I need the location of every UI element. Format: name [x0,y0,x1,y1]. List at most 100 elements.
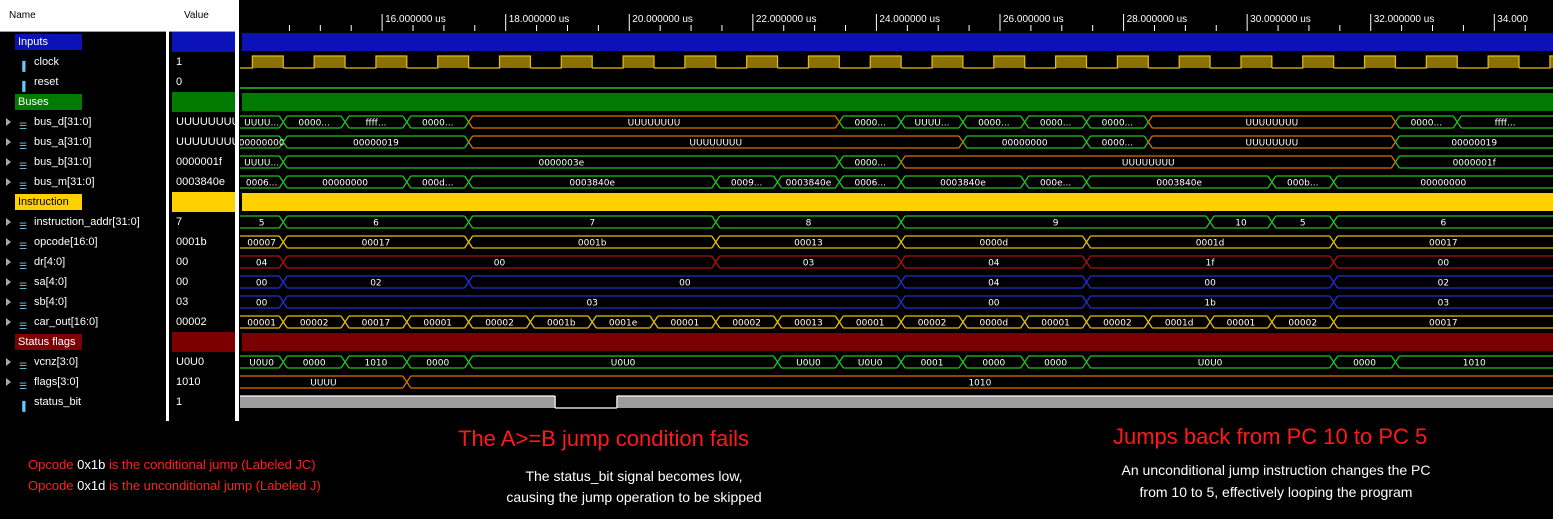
clock-high-pulse [746,56,778,68]
signal-row-car_out[interactable]: ☰ car_out[16:0] [0,312,166,332]
clock-high-pulse [1055,56,1087,68]
signal-row-flags[interactable]: ☰ flags[3:0] [0,372,166,392]
clock-high-pulse [1302,56,1334,68]
expand-arrow-icon[interactable] [6,218,11,226]
bus-value-label: 0000 [1353,359,1376,369]
signal-row-sb[interactable]: ☰ sb[4:0] [0,292,166,312]
expand-arrow-icon[interactable] [6,118,11,126]
bus-value-label: 0000... [978,119,1010,129]
signal-row-bus_b[interactable]: ☰ bus_b[31:0] [0,152,166,172]
bus-value-label: 0000... [1411,119,1443,129]
waveform-separator[interactable] [235,0,239,421]
group-label: Buses [15,94,82,110]
bus-value-label: 0000d [980,239,1009,249]
signal-row-sa[interactable]: ☰ sa[4:0] [0,272,166,292]
expand-arrow-icon[interactable] [6,238,11,246]
bus-value-label: 8 [806,219,812,229]
signal-value: U0U0 [176,356,205,368]
name-column-header[interactable]: Name [0,0,166,32]
bus-value-label: 00001 [423,319,452,329]
status-bit-high [240,396,556,408]
bus-value-label: U0U0 [796,359,821,369]
bus-value-label: 0000001f [1453,159,1497,169]
expand-arrow-icon[interactable] [6,138,11,146]
bus-value-label: 00002 [300,319,329,329]
waveform-view[interactable]: 16.000000 us 18.000000 us 20.000000 us 22.0… [240,0,1553,421]
expand-arrow-icon[interactable] [6,258,11,266]
signal-row-buses[interactable]: Buses [0,92,166,112]
clock-high-pulse [375,56,407,68]
bus-value-label: UUUUUUUU [1246,139,1299,149]
signal-name: car_out[16:0] [34,316,99,328]
bus-value-label: 000d... [422,179,453,189]
bus-value-label: 00002 [485,319,514,329]
expand-arrow-icon[interactable] [6,158,11,166]
bus-value-label: 00001 [671,319,700,329]
value-cell-opcode: 0001b [169,232,235,252]
bus-value-label: 0000... [1040,119,1072,129]
bus-value-label: UUUU... [244,159,279,169]
signal-row-opcode[interactable]: ☰ opcode[16:0] [0,232,166,252]
bus-value-label: U0U0 [858,359,883,369]
signal-value: 0001b [176,236,207,248]
bus-value-label: 00017 [1429,319,1458,329]
clock-high-pulse [870,56,902,68]
ruler-tick-label: 30.000000 us [1250,14,1311,25]
signal-row-bus_a[interactable]: ☰ bus_a[31:0] [0,132,166,152]
clock-high-pulse [932,56,963,68]
expand-arrow-icon[interactable] [6,318,11,326]
bus-value-label: 00000019 [353,139,399,149]
bus-value-label: 00000000 [1002,139,1048,149]
bus-value-label: 6 [1440,219,1446,229]
opcode-jc-note: Opcode 0x1b is the conditional jump (Lab… [28,457,316,472]
bus-value-label: 04 [988,259,1000,269]
bus-value-label: 000e... [1040,179,1071,189]
signal-row-status-flags[interactable]: Status flags [0,332,166,352]
bus-value-label: UUUU... [244,119,279,129]
value-column-header[interactable]: Value [169,0,235,32]
clock-high-pulse [1426,56,1458,68]
value-cell-bus_m: 0003840e [169,172,235,192]
signal-value: 0 [176,76,183,88]
bus-value-label: UUUUUUUU [689,139,742,149]
signal-value: 00 [176,256,189,268]
expand-arrow-icon[interactable] [6,278,11,286]
clock-high-pulse [1179,56,1211,68]
bus-value-label: 03 [803,259,814,269]
ruler-tick-label: 18.000000 us [509,14,570,25]
group-label: Status flags [15,334,82,350]
signal-value: 0003840e [176,176,225,188]
bus-value-label: UUUUUUUU [1246,119,1299,129]
opcode-j-code: 0x1d [77,478,106,493]
signal-row-reset[interactable]: ▐ reset [0,72,166,92]
bus-value-label: UUUUUUUU [628,119,681,129]
jump-line-2: from 10 to 5, effectively looping the pr… [1139,484,1413,500]
value-cell-instruction_addr: 7 [169,212,235,232]
bus-value-label: 1010 [1463,359,1486,369]
signal-row-status_bit[interactable]: ▐ status_bit [0,392,166,412]
value-cell-dr: 00 [169,252,235,272]
bus-value-label: 00017 [362,239,391,249]
expand-arrow-icon[interactable] [6,358,11,366]
signal-name: sa[4:0] [34,276,68,288]
expand-arrow-icon[interactable] [6,298,11,306]
signal-row-instruction[interactable]: Instruction [0,192,166,212]
bus-value-label: 0003840e [786,179,832,189]
signal-row-bus_d[interactable]: ☰ bus_d[31:0] [0,112,166,132]
expand-arrow-icon[interactable] [6,178,11,186]
expand-arrow-icon[interactable] [6,378,11,386]
signal-row-inputs[interactable]: Inputs [0,32,166,52]
bus-value-label: 0003840e [940,179,986,189]
bus-value-label: 0000... [854,119,886,129]
signal-row-instruction_addr[interactable]: ☰ instruction_addr[31:0] [0,212,166,232]
bus-value-label: 00013 [794,239,823,249]
signal-value: 03 [176,296,189,308]
bus-value-label: 0000 [426,359,449,369]
signal-row-bus_m[interactable]: ☰ bus_m[31:0] [0,172,166,192]
bus-value-label: 0001d [1165,319,1194,329]
value-cell-car_out: 00002 [169,312,235,332]
signal-row-clock[interactable]: ▐ clock [0,52,166,72]
signal-row-dr[interactable]: ☰ dr[4:0] [0,252,166,272]
signal-row-vcnz[interactable]: ☰ vcnz[3:0] [0,352,166,372]
value-cell-sa: 00 [169,272,235,292]
